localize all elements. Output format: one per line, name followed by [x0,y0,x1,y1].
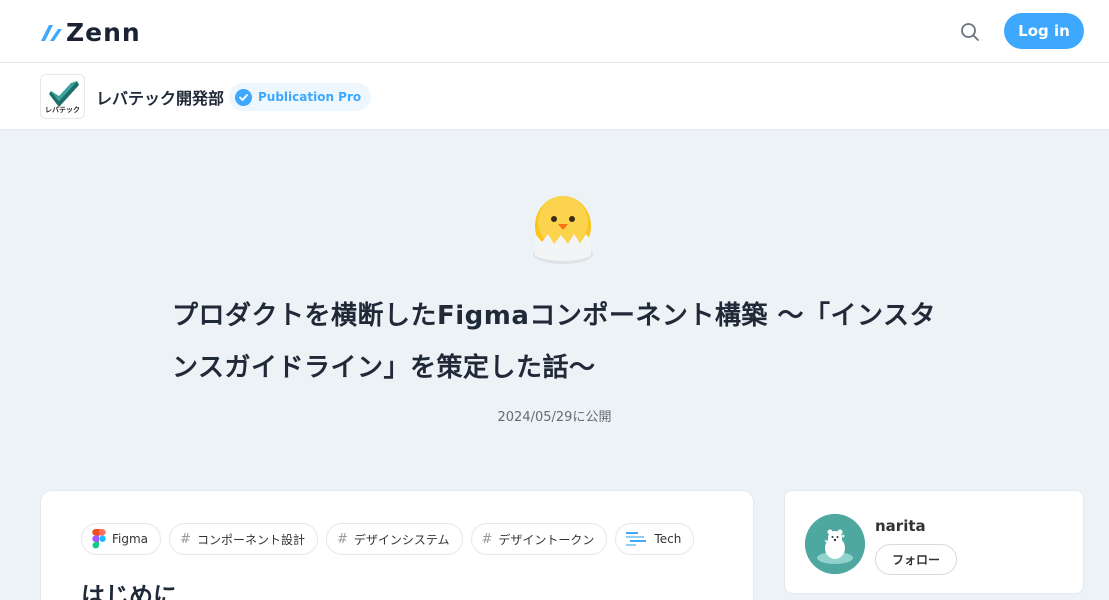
tag-label: デザインシステム [353,532,450,547]
tag-list: Figma # コンポーネント設計 # デザインシステム # デザイントークン … [81,523,695,555]
tag-label: デザイントークン [498,532,595,547]
badge-label: Publication Pro [258,90,362,104]
follow-button[interactable]: フォロー [875,544,957,575]
article-section-heading: はじめに [81,582,177,600]
tag-label: コンポーネント設計 [196,532,305,547]
publication-pro-badge: Publication Pro [229,83,372,111]
tag-design-token[interactable]: # デザイントークン [470,523,608,555]
publication-bar: レバテック レバテック開発部 Publication Pro [0,63,1109,130]
figma-icon [92,529,106,549]
published-date: 2024/05/29に公開 [0,406,1109,425]
zenn-logo-mark-icon [41,25,62,41]
tag-label: Figma [112,532,149,546]
publication-logo-caption: レバテック [45,106,80,114]
published-label: に公開 [572,410,612,425]
zenn-logo[interactable]: Zenn [40,17,141,47]
tag-figma[interactable]: Figma [81,523,162,555]
avatar[interactable] [805,514,865,574]
publication-logo[interactable]: レバテック [40,74,85,119]
tag-design-system[interactable]: # デザインシステム [325,523,463,555]
tag-component-design[interactable]: # コンポーネント設計 [169,523,318,555]
author-name[interactable]: narita [875,517,926,535]
author-card: narita フォロー [784,490,1084,594]
search-button[interactable] [956,18,984,46]
search-icon [961,23,979,41]
tag-tech[interactable]: Tech [615,523,695,555]
publication-name[interactable]: レバテック開発部 [96,85,224,109]
tag-label: Tech [654,532,682,546]
tech-icon [626,532,647,546]
login-button[interactable]: Log in [1004,13,1084,49]
article-body: Figma # コンポーネント設計 # デザインシステム # デザイントークン … [40,490,754,600]
site-header: Zenn Log in [0,0,1109,63]
article-title: プロダクトを横断したFigmaコンポーネント構築 〜「インスタンスガイドライン」… [172,301,936,383]
logo-text: Zenn [66,17,141,47]
polar-bear-avatar-icon [805,514,865,574]
verified-check-icon [235,88,252,106]
hash-icon: # [336,531,348,547]
hash-icon: # [180,531,191,547]
hash-icon: # [481,531,493,547]
date-value: 2024/05/29 [497,410,573,425]
hatching-chick-emoji-icon [533,196,593,264]
